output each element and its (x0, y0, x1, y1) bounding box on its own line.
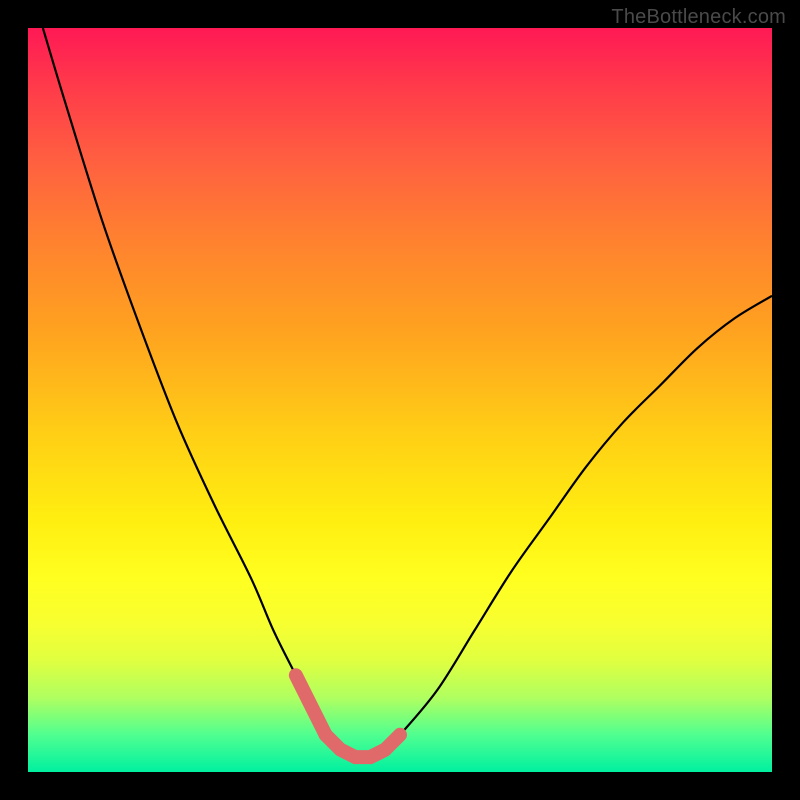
highlight-left-segment (296, 675, 326, 735)
bottleneck-curve (43, 28, 772, 758)
curve-svg (28, 28, 772, 772)
watermark-text: TheBottleneck.com (611, 6, 786, 29)
plot-area (28, 28, 772, 772)
outer-frame: TheBottleneck.com (0, 0, 800, 800)
highlight-right-segment (370, 735, 400, 757)
